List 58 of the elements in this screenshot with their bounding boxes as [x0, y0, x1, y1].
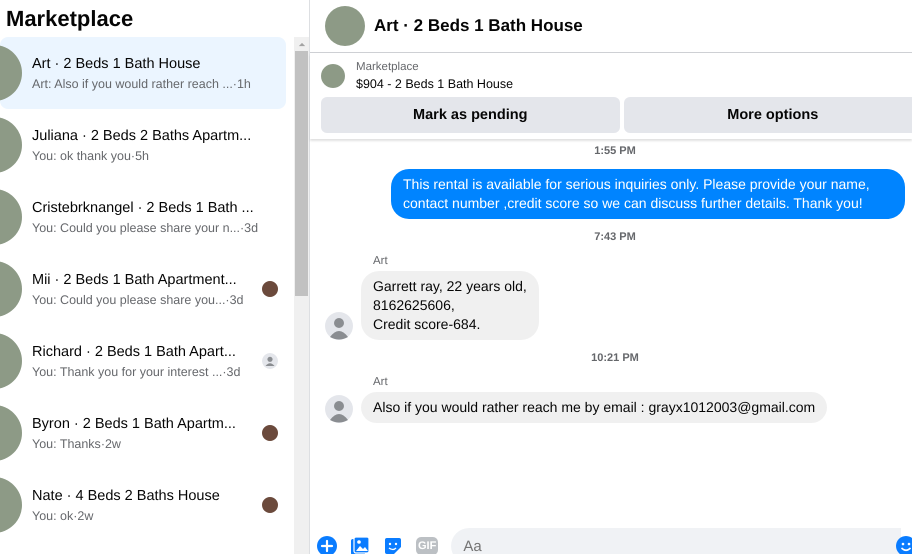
photo-placeholder	[325, 6, 365, 46]
listing-title: $904 - 2 Beds 1 Bath House	[356, 77, 514, 91]
emoji-icon[interactable]	[896, 536, 912, 554]
conversation-item[interactable]: Art · 2 Beds 1 Bath House Art: Also if you would rather reach ...·1h	[0, 37, 286, 109]
message-time: ·2w	[100, 436, 121, 450]
seen-avatar-icon	[262, 425, 278, 441]
sender-name: Art	[373, 255, 389, 267]
conversation-name: Juliana · 2 Beds 2 Baths Apartm...	[32, 128, 252, 144]
image-icon[interactable]	[350, 536, 370, 554]
avatar-icon	[325, 395, 353, 423]
seen-avatar-icon	[262, 497, 278, 513]
message-preview: Art: Also if you would rather reach ...	[32, 76, 233, 90]
conversation-item[interactable]: Byron · 2 Beds 1 Bath Apartm... You: Thanks·2w	[0, 397, 286, 469]
listing-label: Marketplace	[356, 61, 420, 73]
message-preview: You: Could you please share you...	[32, 292, 226, 306]
conversation-item[interactable]: Juliana · 2 Beds 2 Baths Apartm... You: ok thank you·5h	[0, 109, 286, 181]
scroll-up-icon[interactable]	[298, 42, 306, 47]
sidebar-title: Marketplace	[6, 5, 134, 33]
conversation-name: Cristebrknangel · 2 Beds 1 Bath ...	[32, 200, 255, 216]
listing-button[interactable]: Mark as pending	[321, 97, 620, 133]
message-timestamp: 7:43 PM	[593, 231, 637, 243]
scrollbar[interactable]	[294, 37, 309, 554]
received-message: Garrett ray, 22 years old, 8162625606, Credit score-684.	[361, 271, 539, 340]
conversation-item[interactable]: Mii · 2 Beds 1 Bath Apartment... You: Could you please share you...·3d	[0, 253, 286, 325]
sent-message: This rental is available for serious inquiries only. Please provide your name, contact number ,credit score so we can discuss further details. Thank you!	[391, 169, 905, 219]
chat-title: Art · 2 Beds 1 Bath House	[374, 16, 583, 36]
message-time: ·3d	[225, 292, 244, 306]
conversation-name: Art · 2 Beds 1 Bath House	[32, 56, 202, 72]
sender-name: Art	[373, 376, 389, 388]
avatar-icon	[325, 312, 353, 340]
conversation-item[interactable]: Richard · 2 Beds 1 Bath Apart... You: Thank you for your interest ...·3d	[0, 325, 286, 397]
message-time: ·3d	[240, 220, 258, 234]
message-time: ·2w	[73, 508, 94, 522]
conversation-item[interactable]: Nate · 4 Beds 2 Baths House You: ok·2w	[0, 469, 286, 541]
conversation-name: Nate · 4 Beds 2 Baths House	[32, 488, 221, 504]
message-preview: You: ok	[32, 508, 74, 522]
message-timestamp: 10:21 PM	[590, 352, 640, 364]
message-preview: You: ok thank you	[32, 148, 131, 162]
message-input[interactable]: Aa	[451, 528, 901, 554]
message-timestamp: 1:55 PM	[593, 145, 637, 157]
conversation-name: Richard · 2 Beds 1 Bath Apart...	[32, 344, 237, 360]
message-time: ·1h	[232, 76, 251, 90]
photo-placeholder	[321, 64, 345, 88]
received-message: Also if you would rather reach me by email : grayx1012003@gmail.com	[361, 392, 828, 423]
seen-avatar-icon	[262, 281, 278, 297]
conversation-name: Byron · 2 Beds 1 Bath Apartm...	[32, 416, 237, 432]
message-preview: You: Thank you for your interest ...	[32, 364, 222, 378]
message-preview: You: Thanks	[32, 436, 101, 450]
message-time: ·3d	[222, 364, 240, 378]
conversation-item[interactable]: Cristebrknangel · 2 Beds 1 Bath ... You: Could you please share your n...·3d	[0, 181, 286, 253]
plus-icon[interactable]	[317, 536, 337, 554]
conversation-name: Mii · 2 Beds 1 Bath Apartment...	[32, 272, 238, 288]
listing-button[interactable]: More options	[624, 97, 912, 133]
sticker-icon[interactable]	[383, 536, 403, 554]
message-time: ·5h	[130, 148, 149, 162]
seen-avatar-icon	[262, 353, 278, 369]
message-preview: You: Could you please share your n...	[32, 220, 240, 234]
scrollbar-thumb[interactable]	[295, 51, 308, 296]
